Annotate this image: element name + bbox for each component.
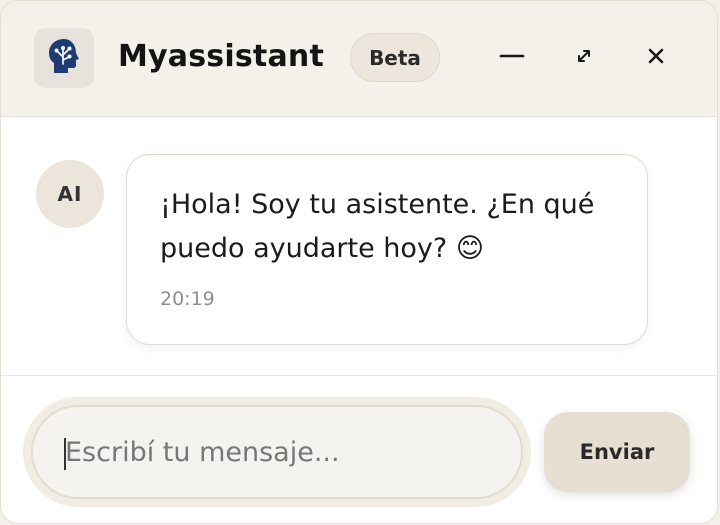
beta-badge: Beta — [350, 33, 440, 82]
message-composer: Enviar — [1, 375, 717, 523]
text-cursor — [64, 438, 66, 470]
minimize-button[interactable] — [492, 38, 532, 78]
message-bubble: ¡Hola! Soy tu asistente. ¿En qué puedo a… — [126, 154, 648, 345]
message-list: AI ¡Hola! Soy tu asistente. ¿En qué pued… — [1, 117, 717, 375]
app-logo — [34, 28, 94, 88]
message-input-wrapper — [23, 397, 531, 507]
message-text: ¡Hola! Soy tu asistente. ¿En qué puedo a… — [160, 189, 595, 264]
send-button[interactable]: Enviar — [544, 412, 690, 492]
maximize-button[interactable] — [564, 38, 604, 78]
close-icon — [647, 47, 665, 69]
message-timestamp: 20:19 — [160, 288, 215, 310]
close-button[interactable] — [636, 38, 676, 78]
chat-header: Myassistant Beta — [1, 1, 717, 117]
chat-window: Myassistant Beta AI ¡Hola! Soy tu asiste… — [0, 0, 718, 524]
expand-icon — [575, 47, 593, 69]
app-title: Myassistant — [118, 39, 324, 74]
message-input[interactable] — [31, 405, 523, 499]
minimize-icon — [499, 43, 525, 73]
avatar: AI — [36, 160, 104, 228]
brain-circuit-icon — [46, 37, 82, 79]
